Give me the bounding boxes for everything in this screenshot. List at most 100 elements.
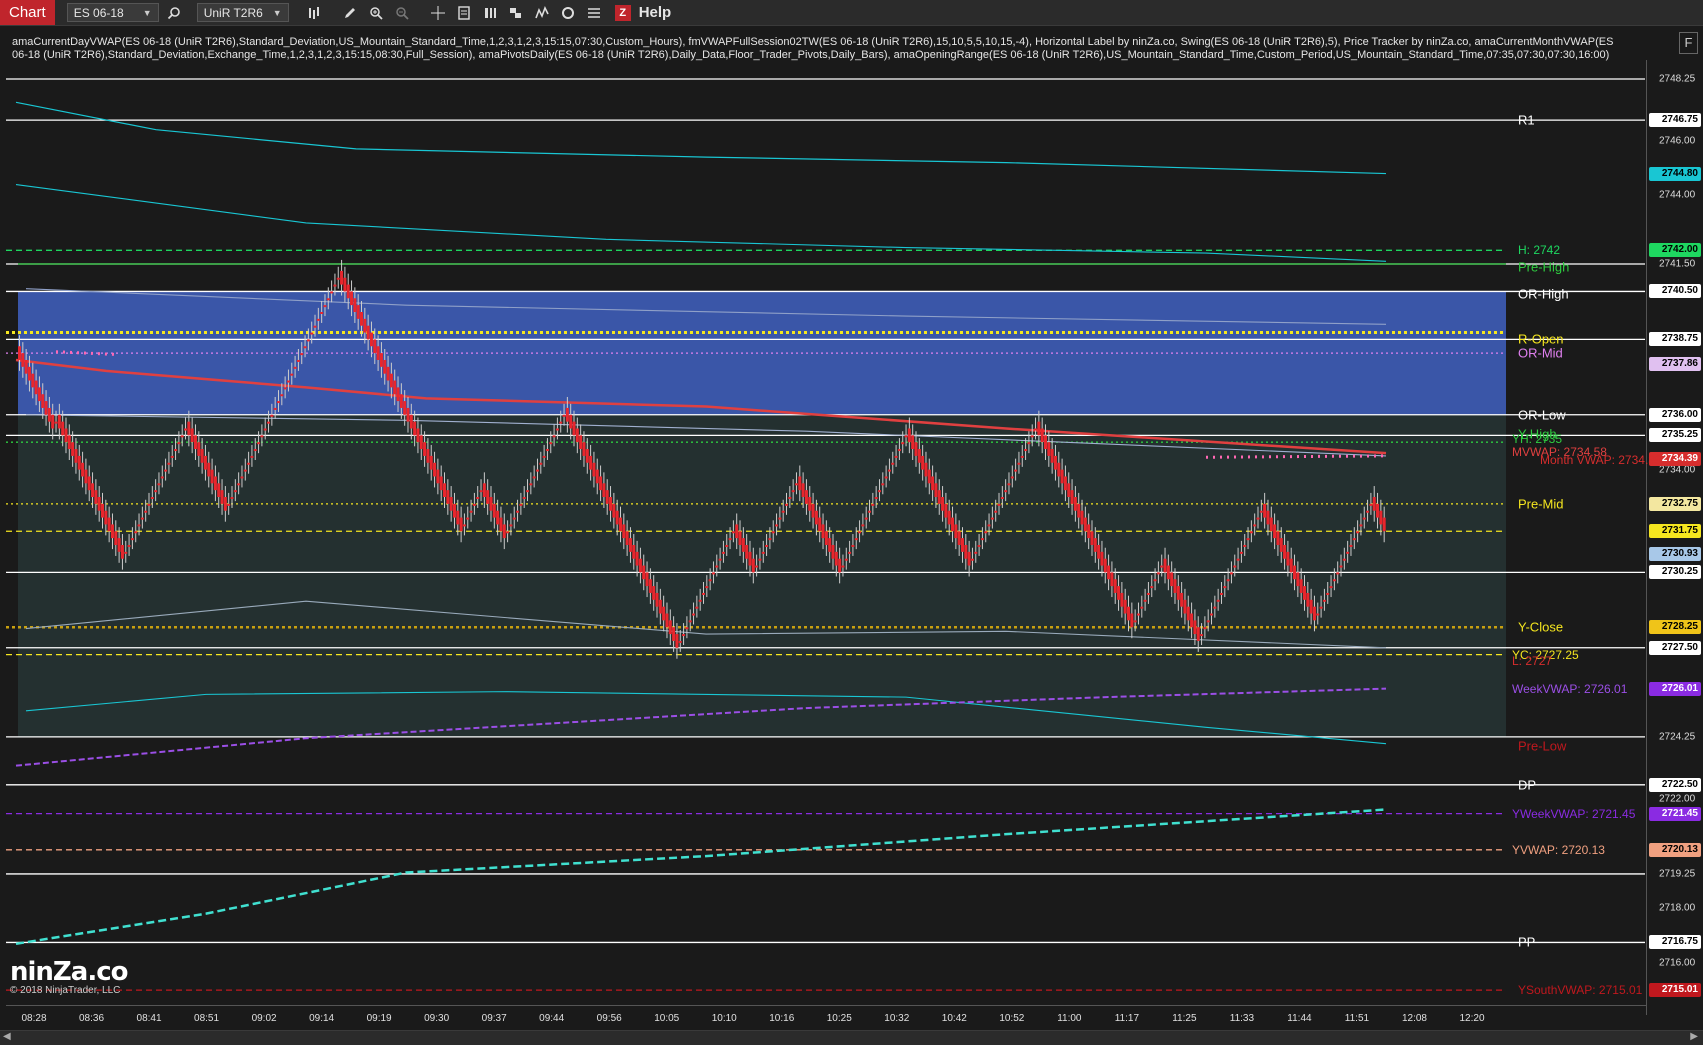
candle-down [811,503,815,518]
price-axis[interactable]: 2748.25 2746.00 2744.00 2741.50 2734.00 2724.… [1646,60,1703,1015]
candle-down [1359,524,1363,527]
candle-down [1150,586,1154,589]
candle-down [419,435,423,450]
time-tick: 11:33 [1229,1013,1255,1024]
candle-down [599,476,603,491]
scroll-left-icon[interactable]: ◀ [3,1031,11,1042]
candle-down [708,579,712,582]
price-tick: 2748.25 [1659,73,1696,85]
candle-down [396,387,400,402]
candle-down [459,517,463,532]
price-marker: 2738.75 [1649,332,1701,347]
chart-panel[interactable] [6,30,1646,1005]
candle-down [731,531,735,534]
candle-down [1063,476,1067,491]
candle-down [804,490,808,504]
candle-down [980,538,984,541]
data-box-icon[interactable] [583,2,605,24]
candle-down [861,524,865,527]
candle-down [1160,565,1164,568]
candle-down [443,483,447,498]
candle-down [761,551,765,554]
candle-down [230,497,234,500]
zoom-out-icon[interactable] [391,2,413,24]
candle-down [1256,517,1260,520]
candle-down [379,353,383,367]
candle-down [1336,572,1340,575]
candle-down [1010,476,1014,479]
candle-down [984,531,988,534]
candle-down [821,524,825,539]
help-button[interactable]: Help [639,4,672,21]
candle-down [253,449,257,452]
crosshair-icon[interactable] [427,2,449,24]
templates-icon[interactable] [505,2,527,24]
candle-down [1299,579,1303,593]
candle-down [356,305,360,319]
candle-down [1329,586,1333,589]
candle-down [449,497,453,511]
z-icon[interactable]: Z [614,4,631,21]
zoom-in-icon[interactable] [365,2,387,24]
chart-tab[interactable]: Chart [0,0,55,25]
candle-down [765,544,769,547]
candle-down [914,442,918,456]
candle-down [748,551,752,566]
time-tick: 10:16 [769,1013,795,1024]
search-icon[interactable] [163,2,185,24]
candle-down [1123,599,1127,614]
candle-down [555,428,559,431]
candle-down [492,503,496,518]
candle-down [81,462,85,477]
candle-down [1053,455,1057,470]
candle-down [1004,490,1008,493]
candle-down [662,606,666,621]
candle-down [326,298,330,301]
candle-down [801,483,805,498]
candle-down [652,586,656,600]
candle-down [97,497,101,511]
candle-down [526,490,530,493]
candle-down [426,449,430,463]
candle-down [990,517,994,520]
time-tick: 10:52 [999,1013,1025,1024]
candle-down [718,558,722,561]
candle-down [1136,613,1140,616]
bar-type-selector[interactable]: UniR T2R6 ▼ [196,3,289,22]
candle-down [529,483,533,486]
candle-down [1382,517,1386,532]
time-tick: 09:19 [366,1013,392,1024]
time-tick: 09:30 [424,1013,450,1024]
indicators-icon[interactable] [531,2,553,24]
time-tick: 09:14 [309,1013,335,1024]
candle-down [924,462,928,477]
time-axis[interactable] [6,1005,1646,1006]
candle-down [346,284,350,299]
scroll-right-icon[interactable]: ▶ [1690,1031,1698,1042]
candle-down [655,592,659,607]
properties-icon[interactable] [453,2,475,24]
candle-down [1113,579,1117,593]
bar-style-icon[interactable] [303,2,325,24]
candle-down [778,517,782,520]
pencil-icon[interactable] [339,2,361,24]
f-button[interactable]: F [1679,32,1698,54]
candle-down [1289,558,1293,573]
candle-down [535,469,539,472]
candle-down [1014,469,1018,472]
price-chart[interactable] [6,30,1646,1005]
candle-down [416,428,420,443]
candle-down [127,544,131,547]
candle-down [1263,503,1267,518]
instrument-label: ES 06-18 [73,5,124,20]
candle-down [545,449,549,452]
instrument-selector[interactable]: ES 06-18 ▼ [66,3,159,22]
reload-icon[interactable] [557,2,579,24]
horizontal-scrollbar[interactable]: ◀ ▶ [0,1030,1703,1045]
candle-down [1226,579,1230,582]
price-marker: 2732.75 [1649,496,1701,511]
candle-down [877,490,881,493]
candle-down [177,442,181,445]
strategies-icon[interactable] [479,2,501,24]
candle-down [276,401,280,404]
